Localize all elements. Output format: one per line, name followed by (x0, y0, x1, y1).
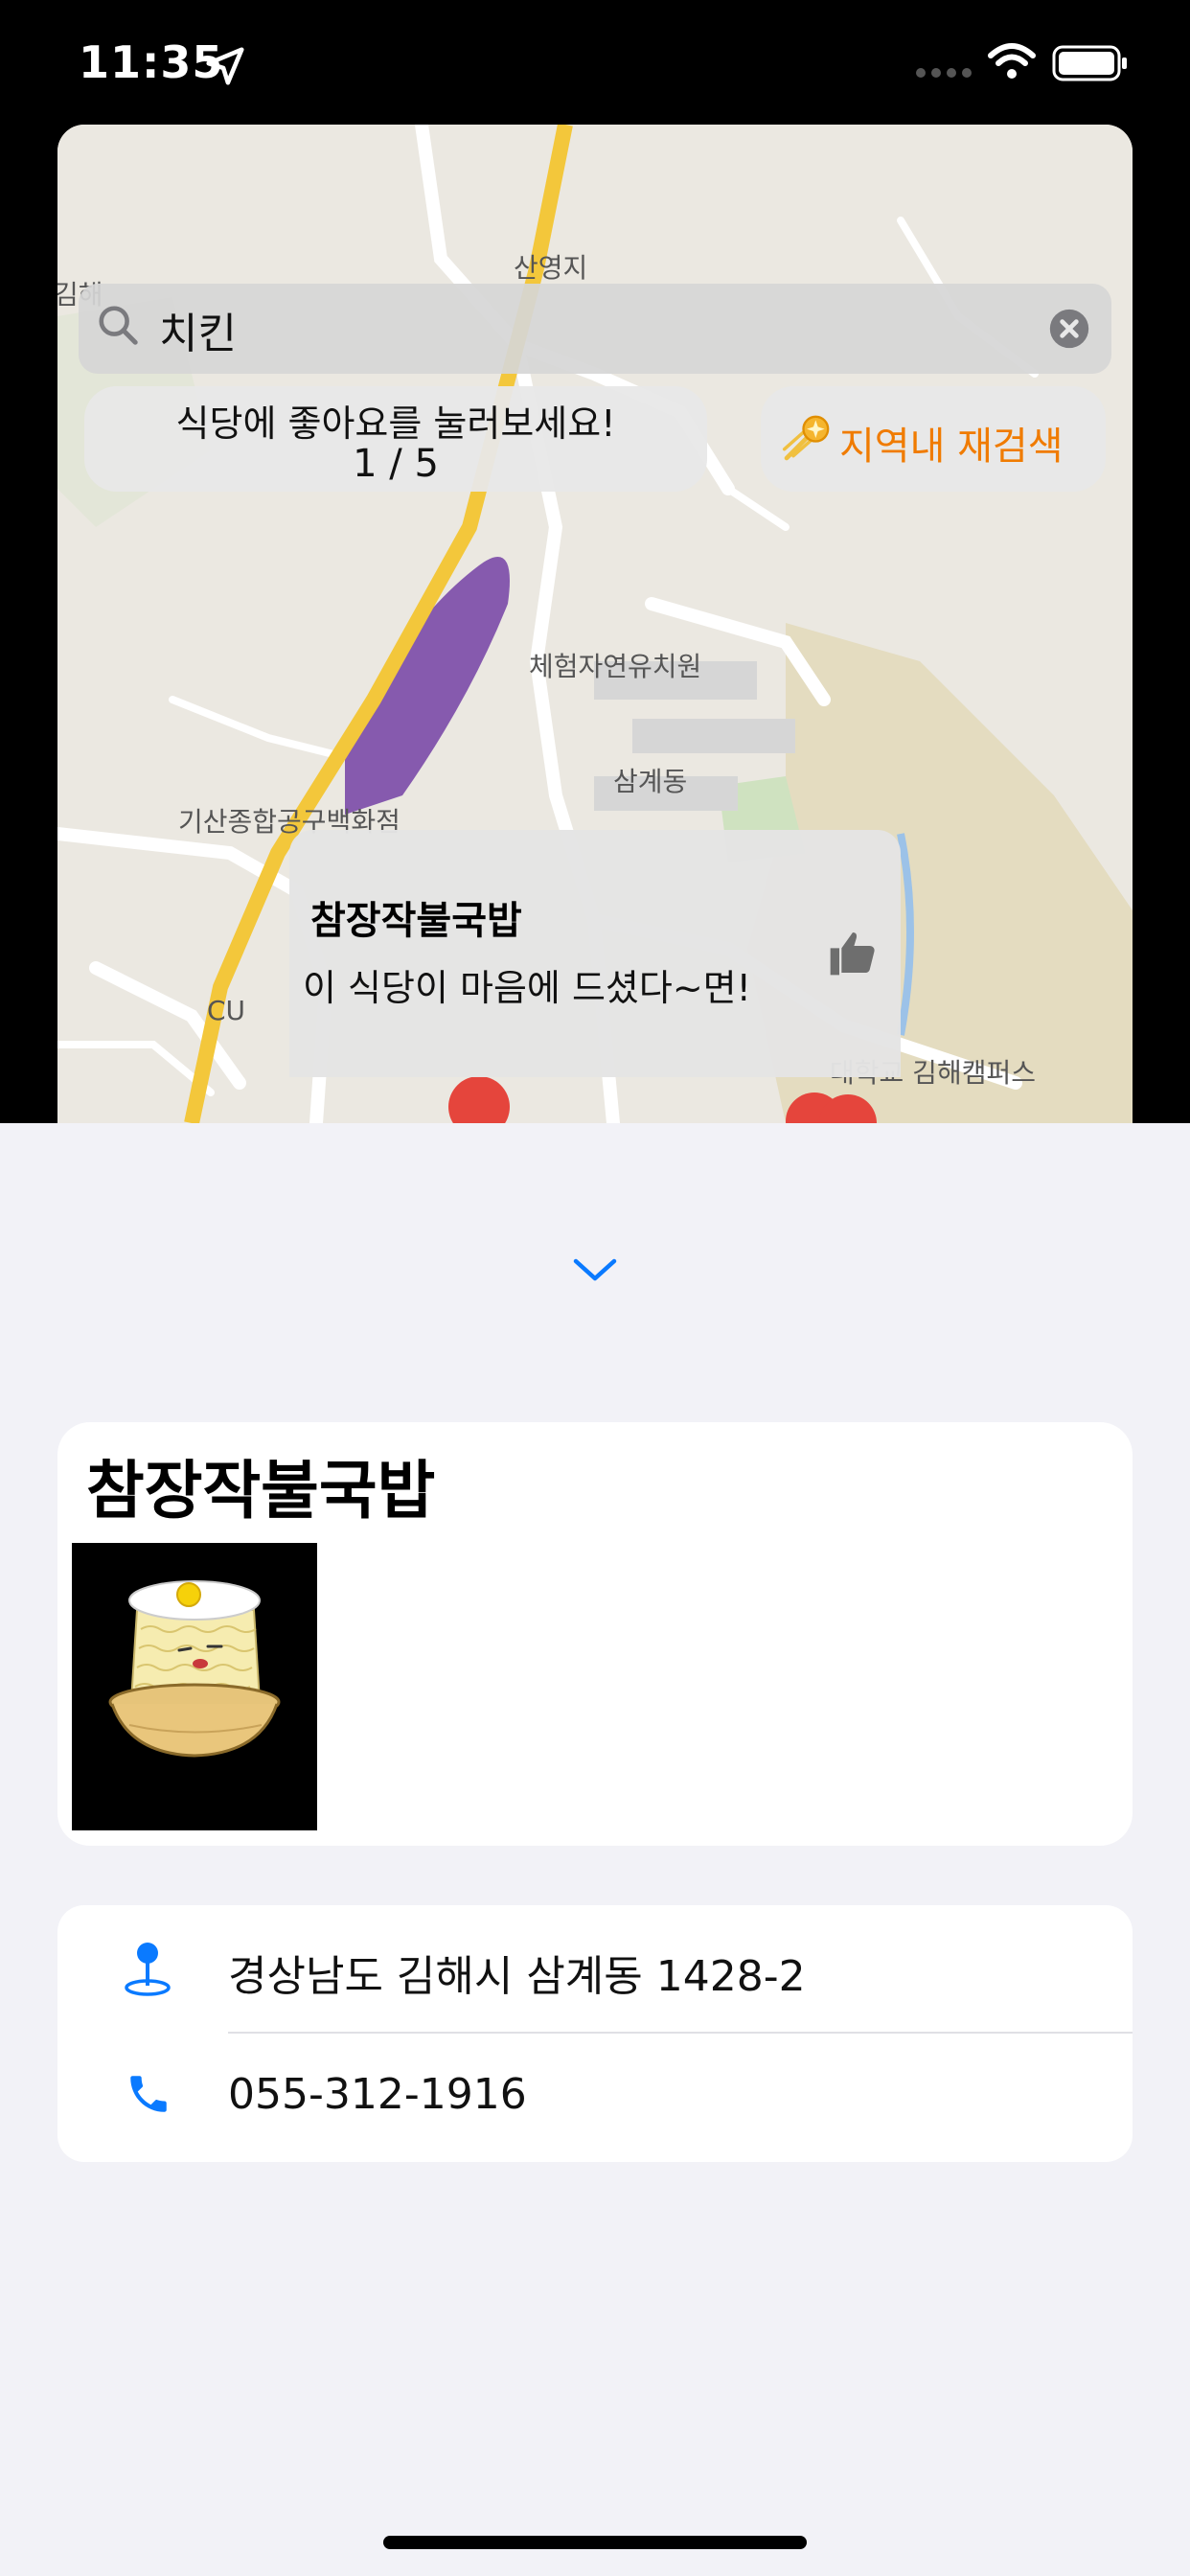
research-area-button[interactable]: 지역내 재검색 (761, 386, 1106, 492)
search-icon (99, 306, 138, 345)
map-label: 체험자연유치원 (529, 651, 702, 682)
callout-subtitle: 이 식당이 마음에 드셨다~면! (303, 967, 751, 1009)
wifi-icon (988, 43, 1036, 79)
search-input[interactable]: 치킨 (159, 299, 237, 360)
map-label: 산영지 (514, 252, 588, 284)
result-counter: 1 / 5 (353, 442, 439, 486)
chevron-down-icon[interactable] (571, 1254, 619, 1286)
contact-card: 경상남도 김해시 삼계동 1428-2 055-312-1916 (57, 1905, 1133, 2162)
divider (228, 2032, 1133, 2034)
map-label: 삼계동 (613, 766, 688, 797)
battery-icon (1052, 45, 1127, 81)
cellular-signal-icon (916, 68, 972, 78)
like-hint-text: 식당에 좋아요를 눌러보세요! (175, 402, 616, 445)
detail-sheet (0, 1123, 1190, 2576)
comet-icon (782, 415, 830, 461)
map-label: CU (207, 995, 246, 1026)
callout-title: 참장작불국밥 (310, 899, 522, 943)
phone-number[interactable]: 055-312-1916 (228, 2070, 527, 2119)
thumbs-up-icon[interactable] (826, 926, 880, 979)
restaurant-image (72, 1543, 317, 1830)
location-arrow-icon (206, 47, 244, 85)
clear-search-icon[interactable] (1048, 308, 1090, 350)
research-area-label: 지역내 재검색 (839, 425, 1064, 469)
phone-icon (130, 2076, 167, 2112)
restaurant-name: 참장작불국밥 (86, 1454, 436, 1528)
address-text[interactable]: 경상남도 김해시 삼계동 1428-2 (228, 1942, 806, 2003)
status-time: 11:35 (79, 36, 224, 88)
like-hint-card: 식당에 좋아요를 눌러보세요! 1 / 5 (84, 386, 707, 492)
restaurant-info-card: 참장작불국밥 (57, 1422, 1133, 1846)
home-indicator[interactable] (383, 2536, 807, 2549)
restaurant-callout[interactable]: 참장작불국밥 이 식당이 마음에 드셨다~면! (289, 830, 901, 1077)
map-pin-icon (125, 1943, 171, 1996)
